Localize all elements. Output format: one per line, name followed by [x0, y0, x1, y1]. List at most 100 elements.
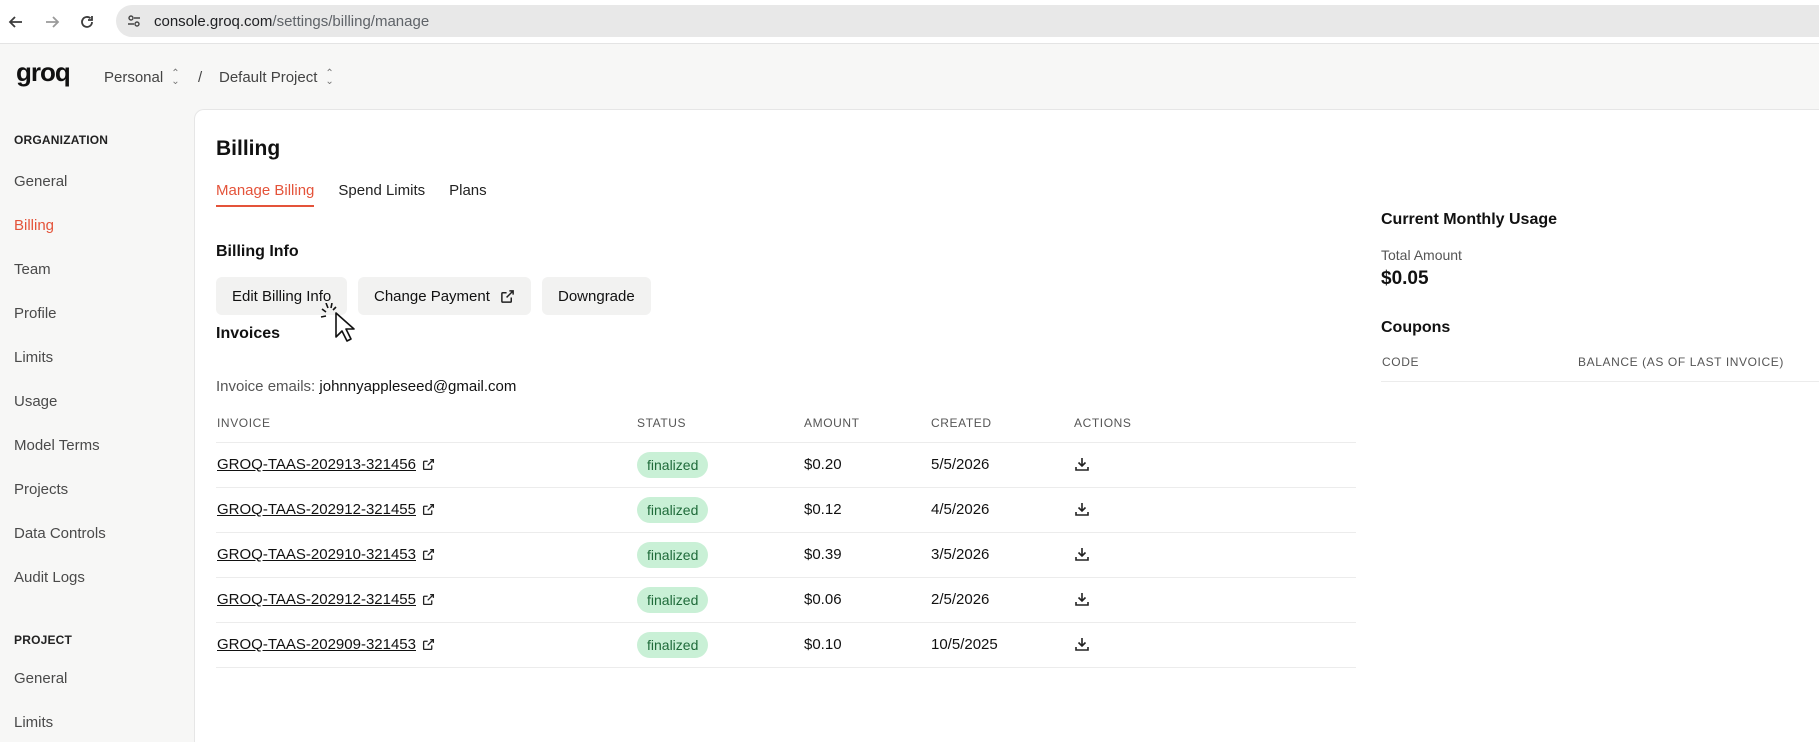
- mouse-cursor-icon: [320, 302, 364, 352]
- invoice-link[interactable]: GROQ-TAAS-202912-321455: [217, 591, 435, 608]
- change-payment-button[interactable]: Change Payment: [358, 277, 531, 315]
- invoice-created: 3/5/2026: [931, 546, 990, 563]
- status-badge: finalized: [637, 587, 709, 613]
- column-header-balance: BALANCE (AS OF LAST INVOICE): [1578, 355, 1784, 369]
- sidebar-item-project-general[interactable]: General: [14, 670, 67, 687]
- invoice-emails-label: Invoice emails:: [216, 378, 316, 395]
- chevron-up-down-icon: ⌃ ⌄: [171, 67, 180, 87]
- status-badge: finalized: [637, 452, 709, 478]
- external-link-icon: [501, 289, 514, 303]
- invoices-table: INVOICE STATUS AMOUNT CREATED ACTIONS GR…: [216, 406, 1356, 668]
- download-icon[interactable]: [1074, 546, 1090, 567]
- table-header: INVOICE STATUS AMOUNT CREATED ACTIONS: [216, 406, 1356, 443]
- coupons-heading: Coupons: [1381, 319, 1451, 336]
- org-switcher[interactable]: Personal ⌃ ⌄: [104, 67, 180, 87]
- status-badge: finalized: [637, 542, 709, 568]
- breadcrumb-separator: /: [198, 69, 202, 86]
- coupons-divider: [1381, 381, 1819, 382]
- sidebar-item-team[interactable]: Team: [14, 261, 51, 278]
- table-row: GROQ-TAAS-202912-321455 finalized $0.12 …: [216, 488, 1356, 533]
- table-row: GROQ-TAAS-202913-321456 finalized $0.20 …: [216, 443, 1356, 488]
- tab-spend-limits[interactable]: Spend Limits: [338, 182, 425, 207]
- column-header-code: CODE: [1382, 355, 1420, 369]
- sidebar-section-project: PROJECT: [14, 633, 73, 647]
- table-row: GROQ-TAAS-202909-321453 finalized $0.10 …: [216, 623, 1356, 668]
- invoice-id: GROQ-TAAS-202909-321453: [217, 636, 416, 653]
- invoice-created: 5/5/2026: [931, 456, 990, 473]
- invoices-heading: Invoices: [216, 325, 281, 342]
- invoice-link[interactable]: GROQ-TAAS-202912-321455: [217, 501, 435, 518]
- status-badge: finalized: [637, 632, 709, 658]
- project-name: Default Project: [219, 69, 318, 86]
- chevron-up-down-icon: ⌃ ⌄: [325, 67, 334, 87]
- billing-info-heading: Billing Info: [216, 243, 299, 260]
- invoice-link[interactable]: GROQ-TAAS-202909-321453: [217, 636, 435, 653]
- column-header-actions: ACTIONS: [1074, 416, 1132, 430]
- downgrade-button[interactable]: Downgrade: [542, 277, 651, 315]
- sidebar-item-profile[interactable]: Profile: [14, 305, 57, 322]
- back-icon[interactable]: [4, 10, 28, 34]
- groq-logo[interactable]: groq: [16, 57, 82, 94]
- invoice-emails: Invoice emails: johnnyappleseed@gmail.co…: [216, 378, 516, 395]
- invoice-amount: $0.20: [804, 456, 842, 473]
- edit-billing-info-label: Edit Billing Info: [232, 287, 332, 305]
- forward-icon[interactable]: [40, 10, 64, 34]
- page-title: Billing: [216, 137, 281, 160]
- invoice-id: GROQ-TAAS-202912-321455: [217, 501, 416, 518]
- invoice-link[interactable]: GROQ-TAAS-202913-321456: [217, 456, 435, 473]
- download-icon[interactable]: [1074, 501, 1090, 522]
- url-host: console.groq.com: [154, 12, 273, 30]
- tab-manage-billing[interactable]: Manage Billing: [216, 182, 315, 207]
- sidebar-item-data-controls[interactable]: Data Controls: [14, 525, 106, 542]
- sidebar: ORGANIZATION General Billing Team Profil…: [0, 109, 194, 742]
- download-icon[interactable]: [1074, 456, 1090, 477]
- column-header-invoice: INVOICE: [217, 416, 271, 430]
- invoice-id: GROQ-TAAS-202912-321455: [217, 591, 416, 608]
- external-link-icon: [422, 458, 435, 471]
- url-text: console.groq.com/settings/billing/manage: [154, 13, 429, 30]
- invoice-amount: $0.06: [804, 591, 842, 608]
- invoice-id: GROQ-TAAS-202910-321453: [217, 546, 416, 563]
- sidebar-item-projects[interactable]: Projects: [14, 481, 68, 498]
- total-amount-label: Total Amount: [1381, 247, 1462, 263]
- url-path: /settings/billing/manage: [272, 12, 430, 30]
- column-header-status: STATUS: [637, 416, 687, 430]
- change-payment-label: Change Payment: [374, 287, 490, 305]
- app-header: groq Personal ⌃ ⌄ / Default Project ⌃ ⌄: [0, 45, 1819, 109]
- browser-toolbar: console.groq.com/settings/billing/manage: [0, 0, 1819, 44]
- tab-plans[interactable]: Plans: [449, 182, 487, 207]
- external-link-icon: [422, 548, 435, 561]
- separator-text: /: [198, 69, 203, 86]
- external-link-icon: [422, 638, 435, 651]
- current-usage-heading: Current Monthly Usage: [1381, 211, 1558, 228]
- main-panel: Billing Manage Billing Spend Limits Plan…: [194, 109, 1819, 742]
- sidebar-item-general[interactable]: General: [14, 173, 67, 190]
- sidebar-item-usage[interactable]: Usage: [14, 393, 57, 410]
- invoice-amount: $0.39: [804, 546, 842, 563]
- status-badge: finalized: [637, 497, 709, 523]
- org-name: Personal: [104, 69, 164, 86]
- table-row: GROQ-TAAS-202912-321455 finalized $0.06 …: [216, 578, 1356, 623]
- sidebar-item-audit-logs[interactable]: Audit Logs: [14, 569, 85, 586]
- external-link-icon: [422, 593, 435, 606]
- external-link-icon: [422, 503, 435, 516]
- invoice-id: GROQ-TAAS-202913-321456: [217, 456, 416, 473]
- table-row: GROQ-TAAS-202910-321453 finalized $0.39 …: [216, 533, 1356, 578]
- address-bar[interactable]: console.groq.com/settings/billing/manage: [116, 5, 1819, 37]
- download-icon[interactable]: [1074, 591, 1090, 612]
- download-icon[interactable]: [1074, 636, 1090, 657]
- sidebar-item-limits[interactable]: Limits: [14, 349, 53, 366]
- site-settings-icon[interactable]: [124, 11, 144, 31]
- sidebar-item-billing[interactable]: Billing: [14, 217, 54, 234]
- sidebar-item-model-terms[interactable]: Model Terms: [14, 437, 100, 454]
- reload-icon[interactable]: [75, 10, 99, 34]
- invoice-created: 10/5/2025: [931, 636, 998, 653]
- project-switcher[interactable]: Default Project ⌃ ⌄: [219, 67, 334, 87]
- total-amount-value: $0.05: [1381, 268, 1429, 289]
- invoice-amount: $0.10: [804, 636, 842, 653]
- column-header-amount: AMOUNT: [804, 416, 860, 430]
- invoice-amount: $0.12: [804, 501, 842, 518]
- invoice-link[interactable]: GROQ-TAAS-202910-321453: [217, 546, 435, 563]
- sidebar-item-project-limits[interactable]: Limits: [14, 714, 53, 731]
- invoice-emails-value: johnnyappleseed@gmail.com: [319, 378, 517, 395]
